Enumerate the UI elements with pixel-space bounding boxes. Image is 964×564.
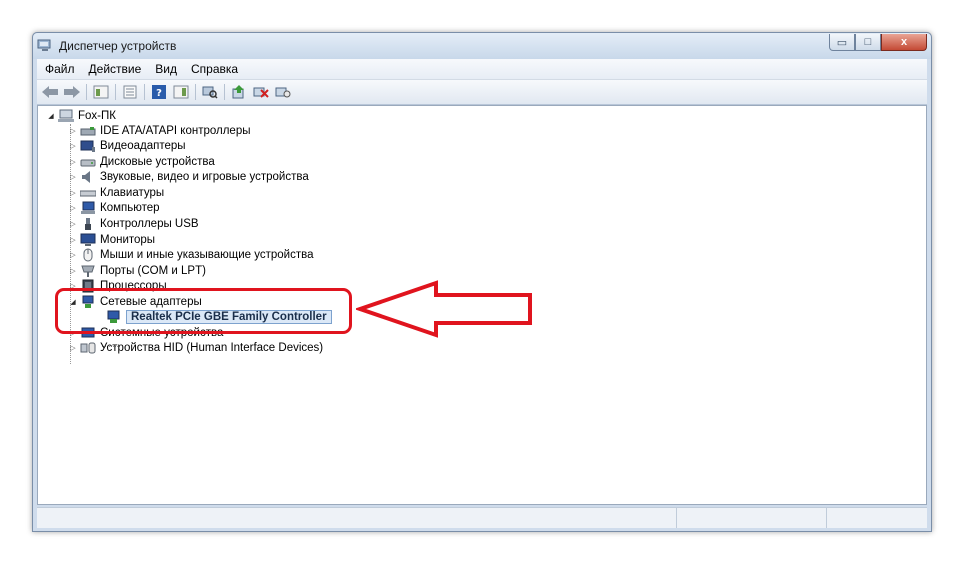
tree-category[interactable]: ▷ Звуковые, видео и игровые устройства	[68, 169, 309, 184]
expand-arrow-icon[interactable]: ▷	[68, 158, 78, 166]
scan-hardware-icon	[202, 86, 218, 99]
update-driver-icon	[232, 85, 244, 99]
computer-icon	[81, 201, 95, 214]
tree-category[interactable]: ▷ Мониторы	[68, 232, 155, 247]
uninstall-device-icon	[275, 87, 291, 98]
forward-icon	[64, 86, 80, 98]
menu-view[interactable]: Вид	[149, 62, 183, 76]
category-label: Мыши и иные указывающие устройства	[100, 248, 314, 261]
expand-arrow-icon[interactable]: ▷	[68, 236, 78, 244]
expand-arrow-icon[interactable]: ▷	[68, 173, 78, 181]
tree-category[interactable]: ▷ Видеоадаптеры	[68, 138, 186, 153]
mouse-icon	[83, 248, 93, 261]
back-button[interactable]	[39, 83, 61, 101]
action-pane-button[interactable]	[170, 83, 192, 101]
tree-category[interactable]: ▷ Дисковые устройства	[68, 154, 215, 169]
minimize-icon: ▭	[836, 36, 848, 49]
expand-arrow-icon[interactable]: ▷	[68, 344, 78, 352]
annotation-arrow-icon	[356, 280, 532, 338]
category-label: Дисковые устройства	[100, 155, 215, 168]
toolbar: ?	[37, 80, 927, 105]
category-label: Контроллеры USB	[100, 217, 199, 230]
uninstall-device-button[interactable]	[272, 83, 294, 101]
toolbar-separator	[195, 84, 196, 100]
category-label: Видеоадаптеры	[100, 139, 186, 152]
expand-arrow-icon[interactable]: ▷	[68, 189, 78, 197]
menu-action[interactable]: Действие	[83, 62, 148, 76]
category-label: Компьютер	[100, 201, 160, 214]
tree-category[interactable]: ▷ Контроллеры USB	[68, 216, 199, 231]
toolbar-separator	[86, 84, 87, 100]
minimize-button[interactable]: ▭	[829, 34, 855, 51]
tree-category[interactable]: ▷ Устройства HID (Human Interface Device…	[68, 340, 323, 355]
computer-name: Fox-ПК	[78, 109, 116, 122]
keyboard-icon	[80, 190, 96, 196]
close-icon: x	[900, 36, 908, 48]
display-adapter-icon	[80, 140, 95, 152]
tree-category[interactable]: ▷ Порты (COM и LPT)	[68, 263, 206, 278]
scan-hardware-button[interactable]	[199, 83, 221, 101]
maximize-icon: □	[864, 36, 872, 48]
console-tree-icon	[93, 85, 109, 99]
category-label: Устройства HID (Human Interface Devices)	[100, 341, 324, 354]
hid-device-icon	[80, 342, 96, 353]
tree-category[interactable]: ▷ Компьютер	[68, 200, 160, 215]
back-icon	[42, 86, 58, 98]
disk-drive-icon	[80, 159, 96, 166]
maximize-button[interactable]: □	[855, 34, 881, 51]
action-pane-icon	[173, 85, 189, 99]
annotation-highlight-box	[55, 288, 352, 334]
ide-controller-icon	[80, 126, 96, 135]
category-label: Клавиатуры	[100, 186, 165, 199]
computer-icon	[58, 109, 74, 122]
properties-button[interactable]	[119, 83, 141, 101]
port-icon	[81, 265, 95, 277]
tree-category[interactable]: ▷ IDE ATA/ATAPI контроллеры	[68, 123, 251, 138]
expand-arrow-icon[interactable]: ▷	[68, 142, 78, 150]
status-bar	[37, 507, 927, 528]
device-manager-icon	[37, 39, 51, 51]
disable-device-icon	[253, 87, 269, 98]
expand-arrow-icon[interactable]: ▷	[68, 220, 78, 228]
title-bar[interactable]: Диспетчер устройств ▭ □ x	[33, 33, 931, 59]
help-button[interactable]: ?	[148, 83, 170, 101]
toolbar-separator	[144, 84, 145, 100]
status-cell-secondary	[677, 508, 827, 528]
expand-arrow-icon[interactable]: ▷	[68, 267, 78, 275]
collapse-arrow-icon[interactable]: ◢	[46, 112, 56, 120]
expand-arrow-icon[interactable]: ▷	[68, 127, 78, 135]
usb-controller-icon	[85, 217, 91, 230]
update-driver-button[interactable]	[228, 83, 250, 101]
category-label: Мониторы	[100, 233, 156, 246]
menu-bar: Файл Действие Вид Справка	[37, 59, 927, 80]
speaker-icon	[82, 170, 90, 183]
status-cell-main	[37, 508, 677, 528]
status-cell-tertiary	[827, 508, 927, 528]
close-button[interactable]: x	[881, 34, 927, 51]
category-label: IDE ATA/ATAPI контроллеры	[100, 124, 251, 137]
window-title: Диспетчер устройств	[59, 39, 177, 53]
tree-root[interactable]: ◢ Fox-ПК	[46, 108, 116, 123]
toolbar-separator	[224, 84, 225, 100]
help-icon: ?	[152, 85, 166, 99]
category-label: Порты (COM и LPT)	[100, 264, 206, 277]
disable-device-button[interactable]	[250, 83, 272, 101]
console-tree-button[interactable]	[90, 83, 112, 101]
properties-icon	[123, 85, 137, 99]
menu-help[interactable]: Справка	[185, 62, 244, 76]
tree-category[interactable]: ▷ Клавиатуры	[68, 185, 164, 200]
expand-arrow-icon[interactable]: ▷	[68, 204, 78, 212]
forward-button[interactable]	[61, 83, 83, 101]
menu-file[interactable]: Файл	[39, 62, 81, 76]
tree-category[interactable]: ▷ Мыши и иные указывающие устройства	[68, 247, 314, 262]
category-label: Звуковые, видео и игровые устройства	[100, 170, 309, 183]
toolbar-separator	[115, 84, 116, 100]
svg-text:?: ?	[156, 88, 162, 99]
expand-arrow-icon[interactable]: ▷	[68, 251, 78, 259]
monitor-icon	[80, 233, 96, 246]
